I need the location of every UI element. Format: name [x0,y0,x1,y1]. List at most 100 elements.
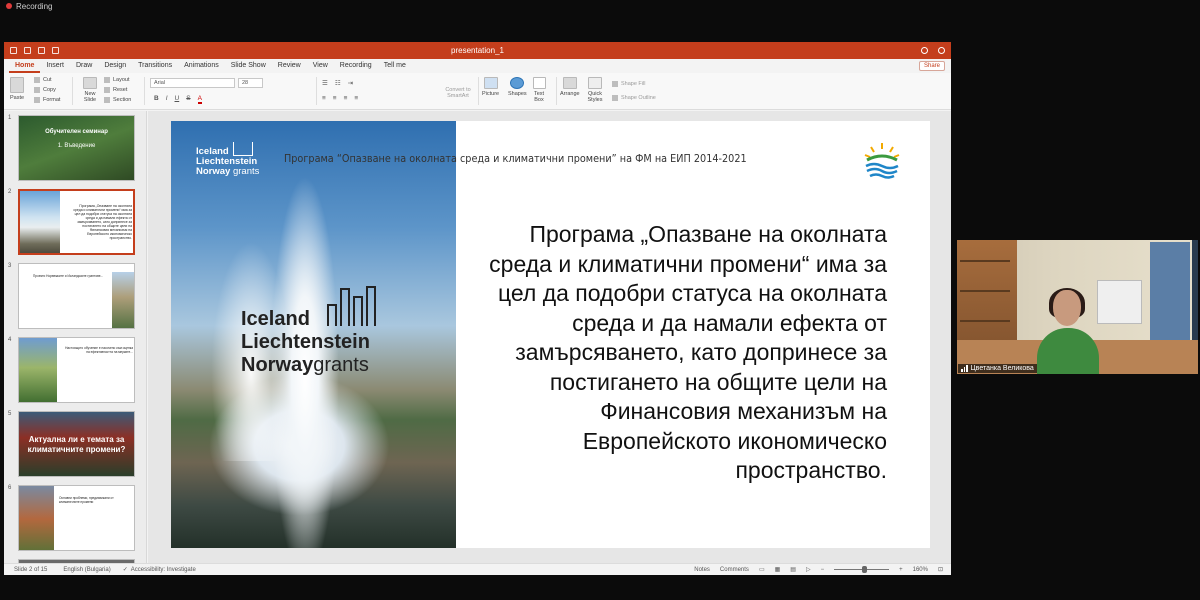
notes-button[interactable]: Notes [694,567,710,573]
shapes-label: Shapes [508,91,527,97]
shape-outline-label: Shape Outline [621,95,656,101]
slideshow-icon[interactable]: ▷ [806,566,811,573]
zoom-in-icon[interactable]: + [899,567,903,573]
zoom-slider[interactable] [834,566,890,573]
section-icon [104,97,110,103]
slide-thumbnail-pane[interactable]: 1 Обучителен семинар 1. Въведение 2 Прог… [4,111,147,563]
pen-icon [612,95,618,101]
slide-thumbnail-1[interactable]: Обучителен семинар 1. Въведение [18,115,135,181]
cut-button[interactable]: Cut [34,77,52,83]
format-painter-button[interactable]: Format [34,97,60,103]
text-box-button[interactable]: Text Box [532,77,546,103]
tab-animations[interactable]: Animations [178,59,225,73]
logo-line-3b: grants [232,166,260,177]
cut-label: Cut [43,77,52,83]
thumbnail-text: Проекти Норвежките и Исландските грантов… [33,274,104,278]
shape-outline-button[interactable]: Shape Outline [612,95,656,101]
new-slide-label: New Slide [83,91,97,103]
ribbon-divider [478,77,479,105]
thumbnail-title: Актуална ли е темата за климатичните про… [27,435,126,454]
slide-thumbnail-4[interactable]: Настоящото обучение е насочено към оценк… [18,337,135,403]
logo-line-3a: Norway [196,166,231,177]
tab-draw[interactable]: Draw [70,59,98,73]
reset-button[interactable]: Reset [104,87,127,93]
slide-thumbnail-3[interactable]: Проекти Норвежките и Исландските грантов… [18,263,135,329]
zoom-out-icon[interactable]: − [821,567,825,573]
strikethrough-icon[interactable]: S [186,95,190,104]
font-color-icon[interactable]: A [197,95,202,104]
program-emblem-icon [862,141,902,181]
section-button[interactable]: Section [104,97,131,103]
reset-icon [104,87,110,93]
italic-icon[interactable]: I [166,95,168,104]
language-indicator[interactable]: English (Bulgaria) [63,567,110,573]
recording-indicator: Recording [6,0,52,12]
quick-styles-icon [588,77,602,89]
thumbnail-image [19,338,57,402]
current-slide[interactable]: Iceland Liechtenstein Norway grants Icel… [171,121,930,548]
bold-icon[interactable]: B [154,95,159,104]
reading-view-icon[interactable]: ▤ [790,566,796,573]
accessibility-status[interactable]: Accessibility: Investigate [131,567,196,573]
thumbnail-image [19,486,54,550]
picture-button[interactable]: Picture [482,77,499,97]
ribbon-tabs: Home Insert Draw Design Transitions Anim… [4,59,951,73]
slide-thumbnail-5[interactable]: Актуална ли е темата за климатичните про… [18,411,135,477]
tab-tell-me[interactable]: Tell me [378,59,412,73]
tab-view[interactable]: View [307,59,334,73]
numbering-icon[interactable]: ☷ [335,79,341,87]
tab-home[interactable]: Home [9,59,41,73]
zoom-level[interactable]: 160% [913,567,928,573]
shapes-icon [510,77,525,89]
arrange-button[interactable]: Arrange [560,77,580,97]
align-left-icon[interactable]: ≡ [322,95,326,102]
normal-view-icon[interactable]: ▭ [759,566,765,573]
slide-thumbnail-6[interactable]: Основни проблеми, предизвикани от климат… [18,485,135,551]
convert-smartart-button[interactable]: Convert to SmartArt [440,87,476,99]
tab-review[interactable]: Review [272,59,307,73]
layout-button[interactable]: Layout [104,77,130,83]
scissors-icon [34,77,40,83]
participant-body [1037,328,1099,374]
thumbnail-text: Настоящото обучение е насочено към оценк… [65,346,133,354]
tab-design[interactable]: Design [98,59,132,73]
webcam-video: Цветанка Великова [957,240,1198,374]
quick-styles-button[interactable]: Quick Styles [586,77,604,103]
accessibility-icon: ✓ [122,567,128,573]
thumbnail-number: 2 [8,189,12,195]
align-right-icon[interactable]: ≡ [344,95,348,102]
thumbnail-number: 6 [8,485,12,491]
new-slide-button[interactable]: New Slide [79,77,101,103]
font-size-field[interactable]: 28 [238,78,263,88]
zoom-slider-handle[interactable] [862,566,868,573]
share-button[interactable]: Share [918,61,945,71]
paste-button[interactable]: Paste [10,77,24,101]
shape-fill-button[interactable]: Shape Fill [612,81,645,87]
ribbon-divider [316,77,317,105]
copy-button[interactable]: Copy [34,87,56,93]
font-name-field[interactable]: Arial [150,78,235,88]
indent-icon[interactable]: ⇥ [348,79,353,87]
tab-insert[interactable]: Insert [40,59,70,73]
align-center-icon[interactable]: ≡ [333,95,337,102]
slide-body-text[interactable]: Програма „Опазване на околната среда и к… [487,220,887,486]
grants-logo-small: Iceland Liechtenstein Norway grants [196,142,260,177]
tab-slide-show[interactable]: Slide Show [225,59,272,73]
underline-icon[interactable]: U [175,95,180,104]
participant-name: Цветанка Великова [970,365,1034,372]
tab-transitions[interactable]: Transitions [132,59,178,73]
title-bar: presentation_1 [4,42,951,59]
paint-bucket-icon [612,81,618,87]
thumbnail-title: Обучителен семинар [45,129,108,135]
bullets-icon[interactable]: ☰ [322,79,328,87]
tab-recording[interactable]: Recording [334,59,378,73]
comments-button[interactable]: Comments [720,567,749,573]
slide-sorter-icon[interactable]: ▦ [775,566,781,573]
slide-thumbnail-2[interactable]: Програма „Опазване на околната среда и к… [18,189,135,255]
fit-slide-icon[interactable]: ⊡ [938,566,943,573]
printer [1097,280,1142,324]
picture-label: Picture [482,91,500,97]
arrange-icon [562,77,577,89]
shapes-button[interactable]: Shapes [508,77,527,97]
justify-icon[interactable]: ≡ [354,95,358,102]
